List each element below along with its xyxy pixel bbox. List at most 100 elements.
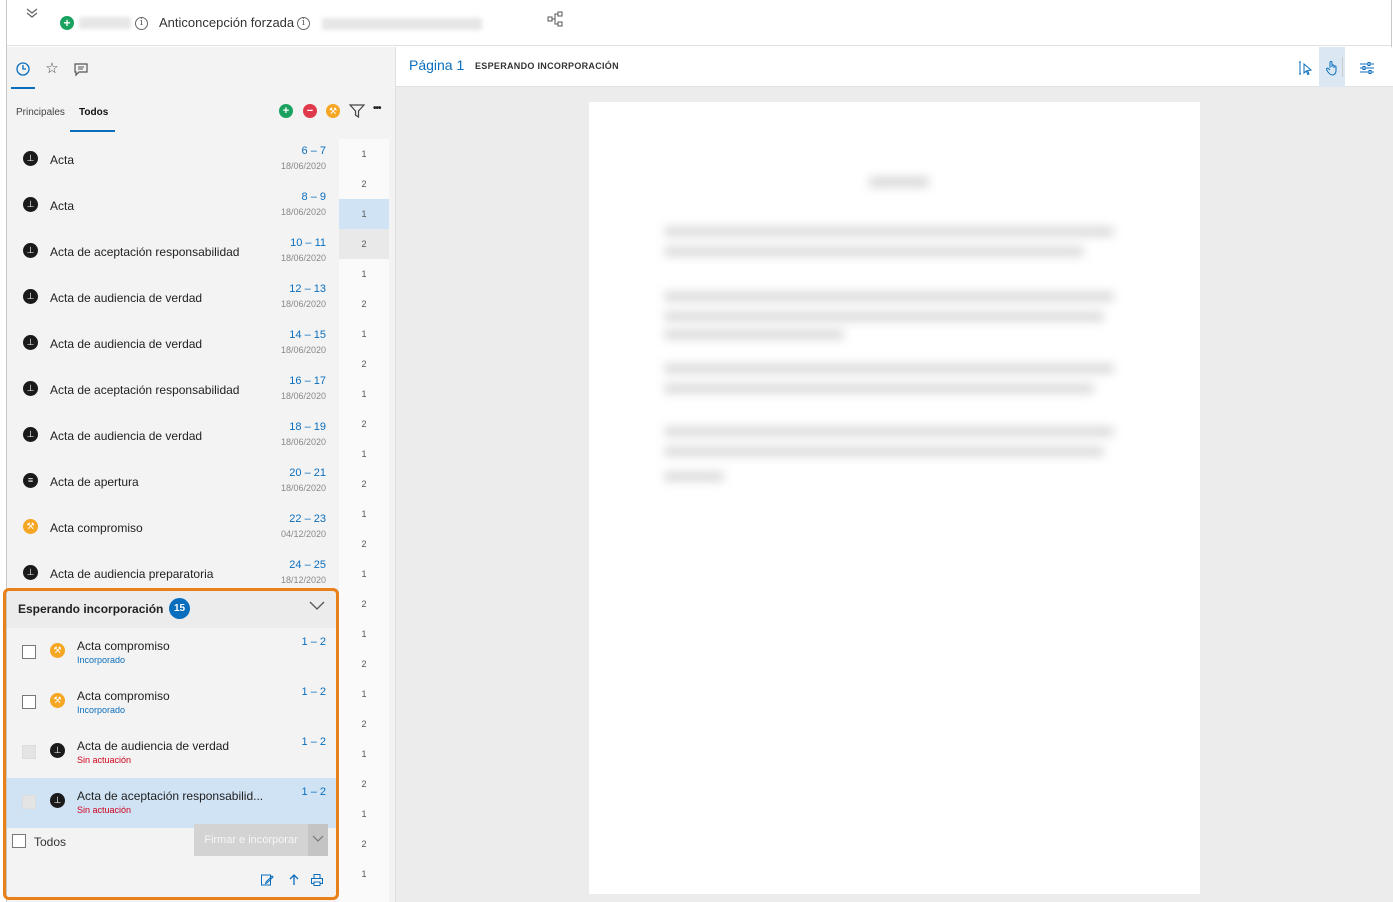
waiting-list-item[interactable]: ⚒ Acta compromiso Incorporado 1 – 2 <box>7 628 339 678</box>
page-thumbnail-number[interactable]: 2 <box>339 529 389 559</box>
edit-icon[interactable] <box>260 873 274 887</box>
page-thumbnail-number[interactable]: 2 <box>339 289 389 319</box>
page-thumbnail-number[interactable]: 2 <box>339 709 389 739</box>
page-range[interactable]: 1 – 2 <box>302 686 326 698</box>
waiting-item-name: Acta de aceptación responsabilid... <box>77 789 264 803</box>
sign-options-dropdown[interactable] <box>308 824 328 856</box>
viewer-header: Página 1 ESPERANDO INCORPORACIÓN <box>396 47 1393 87</box>
page-thumbnail-number[interactable]: 2 <box>339 589 389 619</box>
blurred-text <box>664 384 1094 393</box>
item-checkbox[interactable] <box>22 645 36 659</box>
page-thumbnail-number[interactable]: 1 <box>339 139 389 169</box>
page-thumbnail-number[interactable]: 1 <box>339 379 389 409</box>
waiting-section-header[interactable]: Esperando incorporación 15 <box>7 588 339 628</box>
blurred-text <box>664 292 1114 301</box>
page-thumbnail-number[interactable]: 1 <box>339 439 389 469</box>
document-list-item[interactable]: ⊥ Acta de audiencia de verdad 18 – 19 18/06… <box>7 415 339 461</box>
page-thumbnail-number[interactable]: 1 <box>339 859 389 889</box>
page-range[interactable]: 22 – 23 <box>289 513 326 525</box>
page-thumbnail-number[interactable]: 1 <box>339 739 389 769</box>
document-list-item[interactable]: ≡ Acta de apertura 20 – 21 18/06/2020 <box>7 461 339 507</box>
add-document-button[interactable]: + <box>279 104 293 118</box>
upload-icon[interactable] <box>287 873 301 887</box>
page-thumbnail-number[interactable]: 1 <box>339 619 389 649</box>
info-icon[interactable]: i <box>297 17 310 30</box>
page-range[interactable]: 20 – 21 <box>289 467 326 479</box>
page-thumbnail-number[interactable]: 1 <box>339 319 389 349</box>
page-range[interactable]: 18 – 19 <box>289 421 326 433</box>
page-thumbnail-number[interactable]: 1 <box>339 199 389 229</box>
select-all-checkbox[interactable] <box>12 834 26 848</box>
page-range[interactable]: 6 – 7 <box>302 145 326 157</box>
remove-document-button[interactable]: − <box>303 104 317 118</box>
document-name: Acta de audiencia de verdad <box>50 291 203 305</box>
top-bar: + i Anticoncepción forzada i <box>7 0 1391 46</box>
blurred-text <box>664 312 1104 321</box>
comment-icon[interactable] <box>69 57 93 81</box>
page-range[interactable]: 1 – 2 <box>302 786 326 798</box>
document-date: 18/06/2020 <box>280 391 326 401</box>
page-thumbnail-number[interactable]: 1 <box>339 559 389 589</box>
tab-todos[interactable]: Todos <box>79 107 108 118</box>
page-number-column: 1212121212121212121212121 <box>339 139 389 902</box>
document-list-item[interactable]: ⊥ Acta de aceptación responsabilidad 10 – … <box>7 231 339 277</box>
page-range[interactable]: 24 – 25 <box>289 559 326 571</box>
page-thumbnail-number[interactable]: 2 <box>339 649 389 679</box>
hierarchy-icon[interactable] <box>547 11 565 27</box>
seal-icon[interactable]: ⚒ <box>326 104 340 118</box>
settings-sliders-icon[interactable] <box>1354 47 1380 87</box>
stamp-icon: ⊥ <box>23 565 38 580</box>
document-list-item[interactable]: ⊥ Acta 8 – 9 18/06/2020 <box>7 185 339 231</box>
page-range[interactable]: 12 – 13 <box>289 283 326 295</box>
document-list-item[interactable]: ⚒ Acta compromiso 22 – 23 04/12/2020 <box>7 507 339 553</box>
page-thumbnail-number[interactable]: 1 <box>339 499 389 529</box>
stamp-icon: ⊥ <box>23 197 38 212</box>
page-thumbnail-number[interactable]: 2 <box>339 409 389 439</box>
page-thumbnail-number[interactable]: 2 <box>339 229 389 259</box>
stamp-icon: ⊥ <box>23 151 38 166</box>
page-thumbnail-number[interactable]: 2 <box>339 349 389 379</box>
waiting-item-status: Sin actuación <box>77 805 132 815</box>
page-range[interactable]: 8 – 9 <box>302 191 326 203</box>
document-list-item[interactable]: ⊥ Acta de audiencia de verdad 12 – 13 18/06… <box>7 277 339 323</box>
page-thumbnail-number[interactable]: 2 <box>339 829 389 859</box>
waiting-list-item[interactable]: ⚒ Acta compromiso Incorporado 1 – 2 <box>7 678 339 728</box>
text-select-icon[interactable] <box>1293 47 1319 87</box>
page-range[interactable]: 10 – 11 <box>290 237 326 249</box>
waiting-list-item[interactable]: ⊥ Acta de aceptación responsabilid... Sin … <box>7 778 339 828</box>
page-thumbnail-number[interactable]: 1 <box>339 259 389 289</box>
sign-and-incorporate-button[interactable]: Firmar e incorporar <box>194 824 308 856</box>
filter-icon[interactable] <box>348 104 366 119</box>
info-icon[interactable]: i <box>135 17 148 30</box>
page-range[interactable]: 1 – 2 <box>302 636 326 648</box>
document-list-item[interactable]: ⊥ Acta de aceptación responsabilidad 16 – … <box>7 369 339 415</box>
document-name: Acta de audiencia de verdad <box>50 337 203 351</box>
print-icon[interactable] <box>310 873 324 887</box>
page-range[interactable]: 16 – 17 <box>289 375 326 387</box>
page-range[interactable]: 14 – 15 <box>289 329 326 341</box>
history-icon[interactable] <box>11 57 35 89</box>
star-icon[interactable]: ☆ <box>40 59 64 83</box>
item-checkbox[interactable] <box>22 695 36 709</box>
stamp-icon: ⊥ <box>23 289 38 304</box>
document-date: 18/06/2020 <box>280 345 326 355</box>
page-thumbnail-number[interactable]: 1 <box>339 799 389 829</box>
chevron-down-icon[interactable] <box>309 598 325 614</box>
document-date: 04/12/2020 <box>280 529 326 539</box>
document-list-item[interactable]: ⊥ Acta 6 – 7 18/06/2020 <box>7 139 339 185</box>
document-viewer: Página 1 ESPERANDO INCORPORACIÓN <box>396 47 1393 902</box>
document-date: 18/12/2020 <box>280 575 326 585</box>
waiting-item-status: Incorporado <box>77 705 126 715</box>
more-options-button[interactable]: ••• <box>373 103 381 114</box>
document-list-item[interactable]: ⊥ Acta de audiencia de verdad 14 – 15 18/06… <box>7 323 339 369</box>
waiting-list-item[interactable]: ⊥ Acta de audiencia de verdad Sin actuació… <box>7 728 339 778</box>
double-chevron-down-icon[interactable] <box>23 6 41 24</box>
seal-icon: ⚒ <box>50 643 65 658</box>
page-range[interactable]: 1 – 2 <box>302 736 326 748</box>
page-thumbnail-number[interactable]: 1 <box>339 679 389 709</box>
tab-principales[interactable]: Principales <box>16 107 65 118</box>
page-thumbnail-number[interactable]: 2 <box>339 769 389 799</box>
page-thumbnail-number[interactable]: 2 <box>339 469 389 499</box>
page-thumbnail-number[interactable]: 2 <box>339 169 389 199</box>
blurred-case-details <box>322 18 482 30</box>
